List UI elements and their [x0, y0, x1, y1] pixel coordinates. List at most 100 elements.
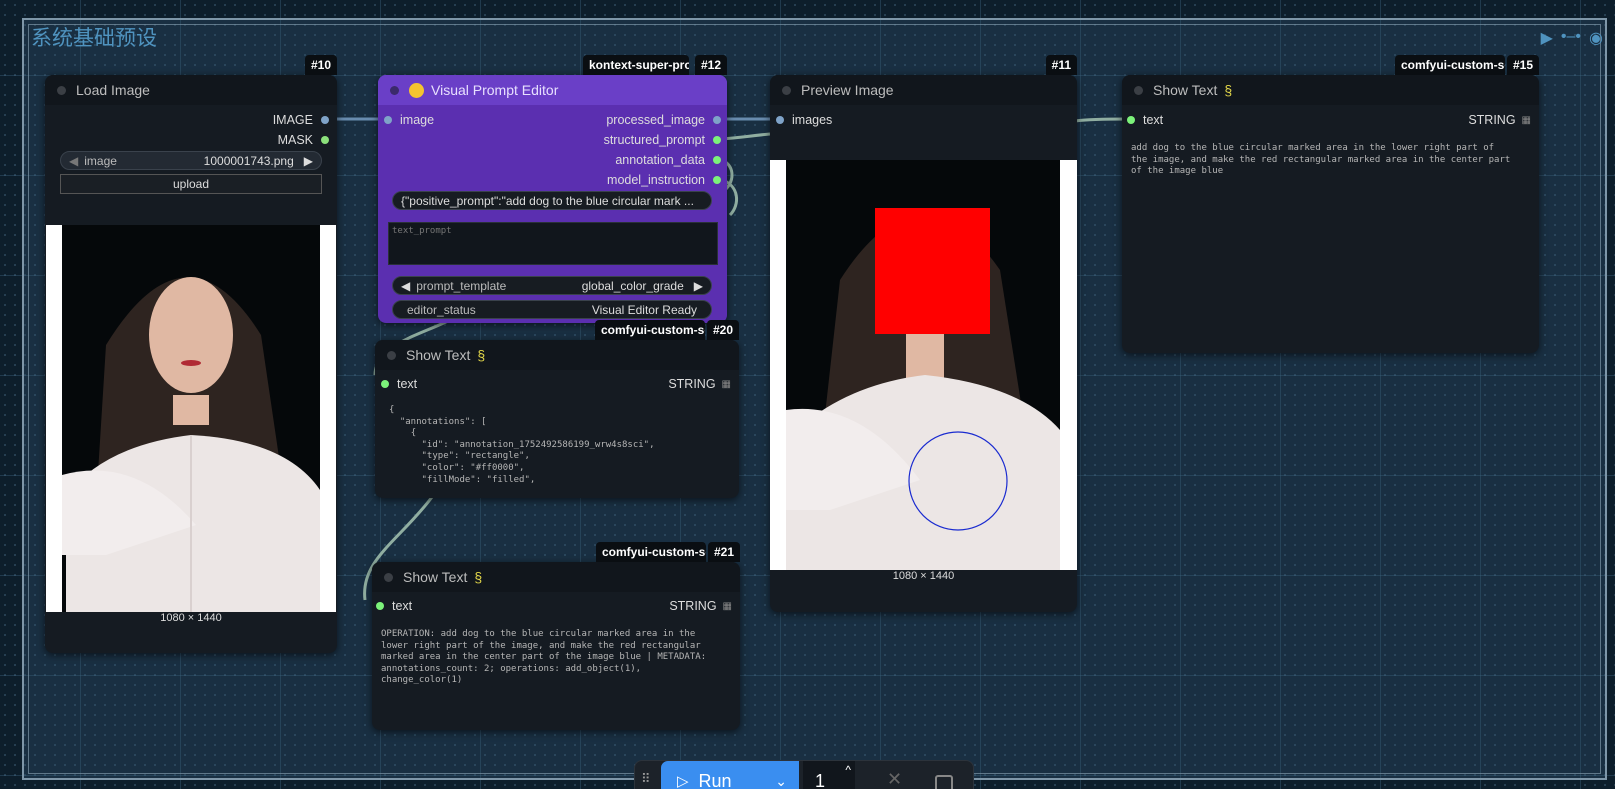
input-label: text [392, 599, 413, 613]
widget-label: image [84, 153, 117, 168]
eye-icon[interactable]: ◉ [1589, 28, 1603, 48]
drag-handle-icon[interactable]: ⠿ [641, 771, 651, 787]
input-dot[interactable] [1127, 116, 1135, 124]
node-title: Show Text [406, 347, 471, 363]
node-id-badge: #10 [304, 55, 337, 75]
input-text[interactable]: text [381, 375, 417, 393]
chevron-up-icon[interactable]: ^ [845, 763, 851, 777]
node-id-badge: #11 [1045, 55, 1077, 75]
input-label: image [400, 113, 435, 127]
arrow-left-icon[interactable]: ◀ [401, 279, 410, 293]
editor-status-widget[interactable]: editor_status Visual Editor Ready [392, 300, 712, 319]
output-label: IMAGE [272, 113, 313, 127]
preview-image-node[interactable]: #11 Preview Image images 1080 × 1440 [770, 55, 1077, 612]
node-header[interactable]: Preview Image [770, 75, 1077, 105]
arrow-right-icon[interactable]: ▶ [694, 279, 703, 293]
run-label: Run [698, 770, 732, 789]
collapse-dot[interactable] [782, 85, 791, 95]
node-header[interactable]: Load Image [45, 75, 337, 105]
image-combo-widget[interactable]: ◀ image 1000001743.png ▶ [60, 151, 322, 170]
output-annotation-data[interactable]: annotation_data [615, 151, 721, 169]
prompt-template-select[interactable]: ◀ prompt_template global_color_grade ▶ [392, 276, 712, 295]
output-processed-image[interactable]: processed_image [606, 111, 721, 129]
text-prompt-input[interactable] [388, 222, 718, 265]
show-text-node-20[interactable]: comfyui-custom-sc #20 Show Text § text S… [375, 320, 739, 498]
output-label: processed_image [606, 113, 705, 127]
output-label: annotation_data [615, 153, 705, 167]
snake-icon: § [477, 347, 486, 363]
collapse-dot[interactable] [390, 85, 399, 95]
text-output-20[interactable]: { "annotations": [ { "id": "annotation_1… [389, 405, 729, 493]
node-id-badge: #15 [1506, 55, 1539, 75]
batch-count-input[interactable]: 1 ^ [803, 761, 855, 789]
workflow-canvas[interactable]: 系统基础预设 ▶ •–• ◉ #10 Load Image IMAGE MASK… [0, 0, 1615, 789]
annotated-portrait [786, 160, 1060, 570]
annotation-rectangle [875, 208, 990, 334]
run-button[interactable]: ▷ Run ⌄ [661, 761, 799, 789]
show-text-node-21[interactable]: comfyui-custom-sc #21 Show Text § text S… [372, 542, 740, 730]
node-header[interactable]: Show Text § [1122, 75, 1539, 105]
output-dot[interactable] [321, 136, 329, 144]
input-dot[interactable] [376, 602, 384, 610]
output-dot[interactable] [713, 116, 721, 124]
image-dims: 1080 × 1440 [892, 570, 955, 582]
node-title: Show Text [1153, 82, 1218, 98]
output-dot[interactable] [321, 116, 329, 124]
show-text-node-15[interactable]: comfyui-custom-sc #15 Show Text § text S… [1122, 55, 1539, 353]
output-string[interactable]: STRING ▦ [668, 375, 731, 393]
output-dot[interactable] [713, 136, 721, 144]
load-image-node[interactable]: #10 Load Image IMAGE MASK ◀ image 100000… [45, 55, 337, 653]
collapse-dot[interactable] [57, 85, 66, 95]
arrow-left-icon[interactable]: ◀ [69, 154, 78, 168]
input-dot[interactable] [384, 116, 392, 124]
collapse-dot[interactable] [1134, 85, 1143, 95]
output-image[interactable]: IMAGE [273, 111, 329, 129]
chevron-down-icon[interactable]: ⌄ [775, 773, 787, 789]
input-images[interactable]: images [776, 111, 832, 129]
stop-icon[interactable] [935, 775, 953, 789]
grid-icon[interactable]: ▦ [722, 379, 731, 390]
widget-label: prompt_template [416, 278, 507, 293]
output-string[interactable]: STRING ▦ [1468, 111, 1531, 129]
output-mask[interactable]: MASK [278, 131, 329, 149]
group-title[interactable]: 系统基础预设 [31, 22, 157, 52]
snake-icon: § [474, 569, 483, 585]
output-structured-prompt[interactable]: structured_prompt [604, 131, 721, 149]
input-label: images [792, 113, 833, 127]
input-dot[interactable] [776, 116, 784, 124]
collapse-dot[interactable] [387, 350, 396, 360]
grid-icon[interactable]: ▦ [1522, 115, 1531, 126]
chain-icon[interactable]: •–• [1561, 28, 1581, 48]
input-image[interactable]: image [384, 111, 434, 129]
palette-icon [409, 82, 424, 98]
portrait-photo [62, 225, 320, 612]
node-source-badge: comfyui-custom-sc [595, 320, 705, 340]
node-header[interactable]: Show Text § [372, 562, 740, 592]
text-output-21[interactable]: OPERATION: add dog to the blue circular … [381, 629, 731, 724]
input-dot[interactable] [381, 380, 389, 388]
node-header[interactable]: Visual Prompt Editor [378, 75, 727, 105]
text-output-15[interactable]: add dog to the blue circular marked area… [1131, 143, 1531, 343]
visual-prompt-editor-node[interactable]: kontext-super-pro #12 Visual Prompt Edit… [378, 55, 727, 323]
grid-icon[interactable]: ▦ [723, 601, 732, 612]
json-preview-widget[interactable]: {"positive_prompt":"add dog to the blue … [392, 191, 712, 210]
input-label: text [397, 377, 418, 391]
node-source-badge: comfyui-custom-sc [1395, 55, 1505, 75]
output-dot[interactable] [713, 156, 721, 164]
node-header[interactable]: Show Text § [375, 340, 739, 370]
input-text[interactable]: text [1127, 111, 1163, 129]
arrow-right-icon[interactable]: ▶ [304, 154, 313, 168]
output-string[interactable]: STRING ▦ [669, 597, 732, 615]
play-icon: ▷ [677, 773, 689, 789]
upload-button[interactable]: upload [60, 174, 322, 194]
play-icon[interactable]: ▶ [1541, 28, 1553, 48]
input-text[interactable]: text [376, 597, 412, 615]
group-controls: ▶ •–• ◉ [1541, 28, 1603, 48]
output-dot[interactable] [713, 176, 721, 184]
node-source-badge: kontext-super-pro [583, 55, 689, 75]
collapse-dot[interactable] [384, 572, 393, 582]
output-label: model_instruction [607, 173, 705, 187]
close-icon[interactable]: ✕ [887, 769, 902, 789]
output-model-instruction[interactable]: model_instruction [607, 171, 721, 189]
output-label: MASK [277, 133, 313, 147]
